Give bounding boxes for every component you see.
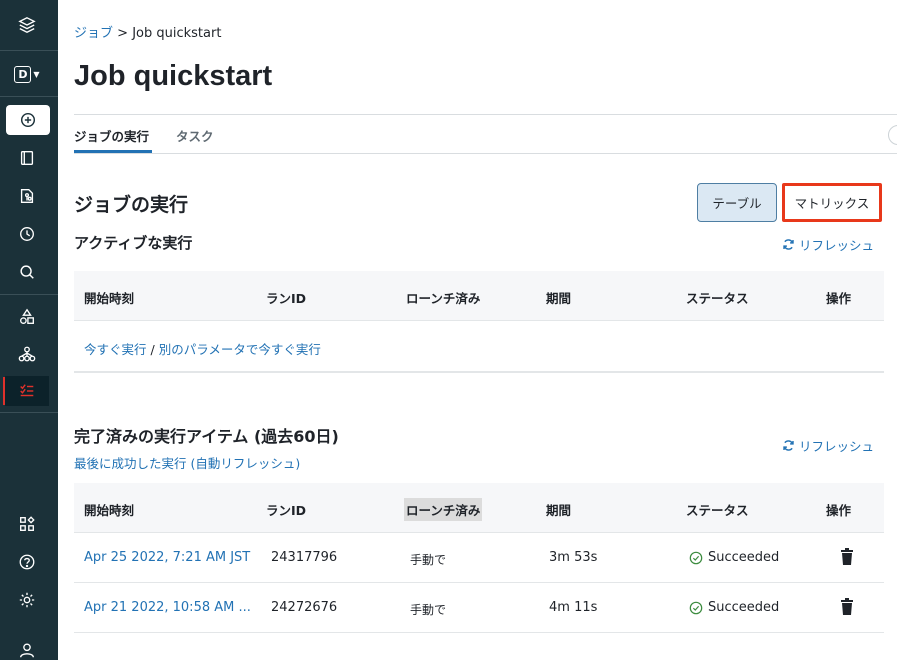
column-duration[interactable]: 期間 [546,288,571,307]
repos-icon[interactable] [5,181,49,211]
column-actions: 操作 [826,503,852,518]
completed-runs-title: 完了済みの実行アイテム (過去60日) [74,427,339,446]
panel-toggle-button[interactable] [888,125,897,145]
shapes-icon[interactable] [5,302,49,332]
column-duration[interactable]: 期間 [546,500,571,519]
run-now-links: 今すぐ実行 / 別のパラメータで今すぐ実行 [84,339,321,358]
layers-icon[interactable] [5,10,49,40]
tabs-divider [74,153,897,154]
run-with-params-link[interactable]: 別のパラメータで今すぐ実行 [159,342,321,357]
refresh-icon [783,239,794,250]
notebook-icon[interactable] [5,143,49,173]
help-icon[interactable] [5,547,49,577]
create-icon[interactable] [6,105,50,135]
breadcrumb: ジョブ > Job quickstart [74,22,221,41]
status-badge: Succeeded [689,550,779,565]
launched-by: 手動で [410,553,447,567]
launched-by: 手動で [410,603,447,617]
duration: 4m 11s [549,600,598,615]
page-title: Job quickstart [74,60,273,92]
run-id: 24272676 [271,600,338,615]
workspace-switcher[interactable]: D ▼ [5,59,49,89]
completed-runs-header: 開始時刻 ランID ローンチ済み 期間 ステータス 操作 [74,483,884,533]
refresh-label: リフレッシュ [799,439,875,454]
status-label: Succeeded [708,600,780,615]
jobs-icon[interactable] [5,376,49,406]
column-status[interactable]: ステータス [686,500,749,519]
column-start-time[interactable]: 開始時刻 [84,288,134,307]
tab-job-runs[interactable]: ジョブの実行 [74,126,149,145]
run-now-link[interactable]: 今すぐ実行 [84,342,147,357]
settings-icon[interactable] [5,585,49,615]
marketplace-icon[interactable] [5,509,49,539]
sidebar: D ▼ [0,0,58,660]
table-row: Apr 25 2022, 7:21 AM JST 24317796 手動で 3m… [74,533,884,583]
duration: 3m 53s [549,550,598,565]
table-row: Apr 21 2022, 10:58 AM ... 24272676 手動で 4… [74,583,884,633]
refresh-label: リフレッシュ [799,238,875,253]
history-icon[interactable] [5,219,49,249]
column-launched[interactable]: ローンチ済み [404,498,483,521]
runs-section-title: ジョブの実行 [74,194,189,216]
links-divider: / [146,342,159,357]
column-run-id[interactable]: ランID [266,500,306,519]
column-run-id[interactable]: ランID [266,288,306,307]
tab-tasks[interactable]: タスク [176,126,214,145]
active-runs-header: 開始時刻 ランID ローンチ済み 期間 ステータス 操作 [74,271,884,321]
active-runs-empty: 今すぐ実行 / 別のパラメータで今すぐ実行 [74,321,884,373]
breadcrumb-jobs-link[interactable]: ジョブ [74,26,113,41]
status-label: Succeeded [708,550,780,565]
run-start-time-link[interactable]: Apr 21 2022, 10:58 AM ... [84,600,251,615]
check-circle-icon [689,601,703,614]
column-launched[interactable]: ローンチ済み [406,288,480,307]
run-id: 24317796 [271,550,338,565]
breadcrumb-separator: > [117,26,129,41]
workspace-badge: D [14,65,32,83]
status-badge: Succeeded [689,600,779,615]
divider [74,114,897,115]
active-refresh-button[interactable]: リフレッシュ [782,235,874,254]
column-status[interactable]: ステータス [686,288,749,307]
delete-icon[interactable] [840,598,854,616]
refresh-icon [783,440,794,451]
check-circle-icon [689,551,703,564]
last-success-link[interactable]: 最後に成功した実行 (自動リフレッシュ) [74,453,300,472]
matrix-view-button[interactable]: マトリックス [782,183,882,222]
breadcrumb-current: Job quickstart [132,26,222,41]
user-icon[interactable] [5,635,49,660]
run-start-time-link[interactable]: Apr 25 2022, 7:21 AM JST [84,550,250,565]
column-actions: 操作 [826,291,852,306]
completed-refresh-button[interactable]: リフレッシュ [782,436,874,455]
main-content: ジョブ > Job quickstart Job quickstart ジョブの… [58,0,897,660]
table-view-button[interactable]: テーブル [697,183,777,222]
delete-icon[interactable] [840,548,854,566]
column-start-time[interactable]: 開始時刻 [84,500,134,519]
chevron-down-icon: ▼ [33,69,40,79]
search-icon[interactable] [5,257,49,287]
active-runs-title: アクティブな実行 [74,234,193,252]
cluster-icon[interactable] [5,339,49,369]
